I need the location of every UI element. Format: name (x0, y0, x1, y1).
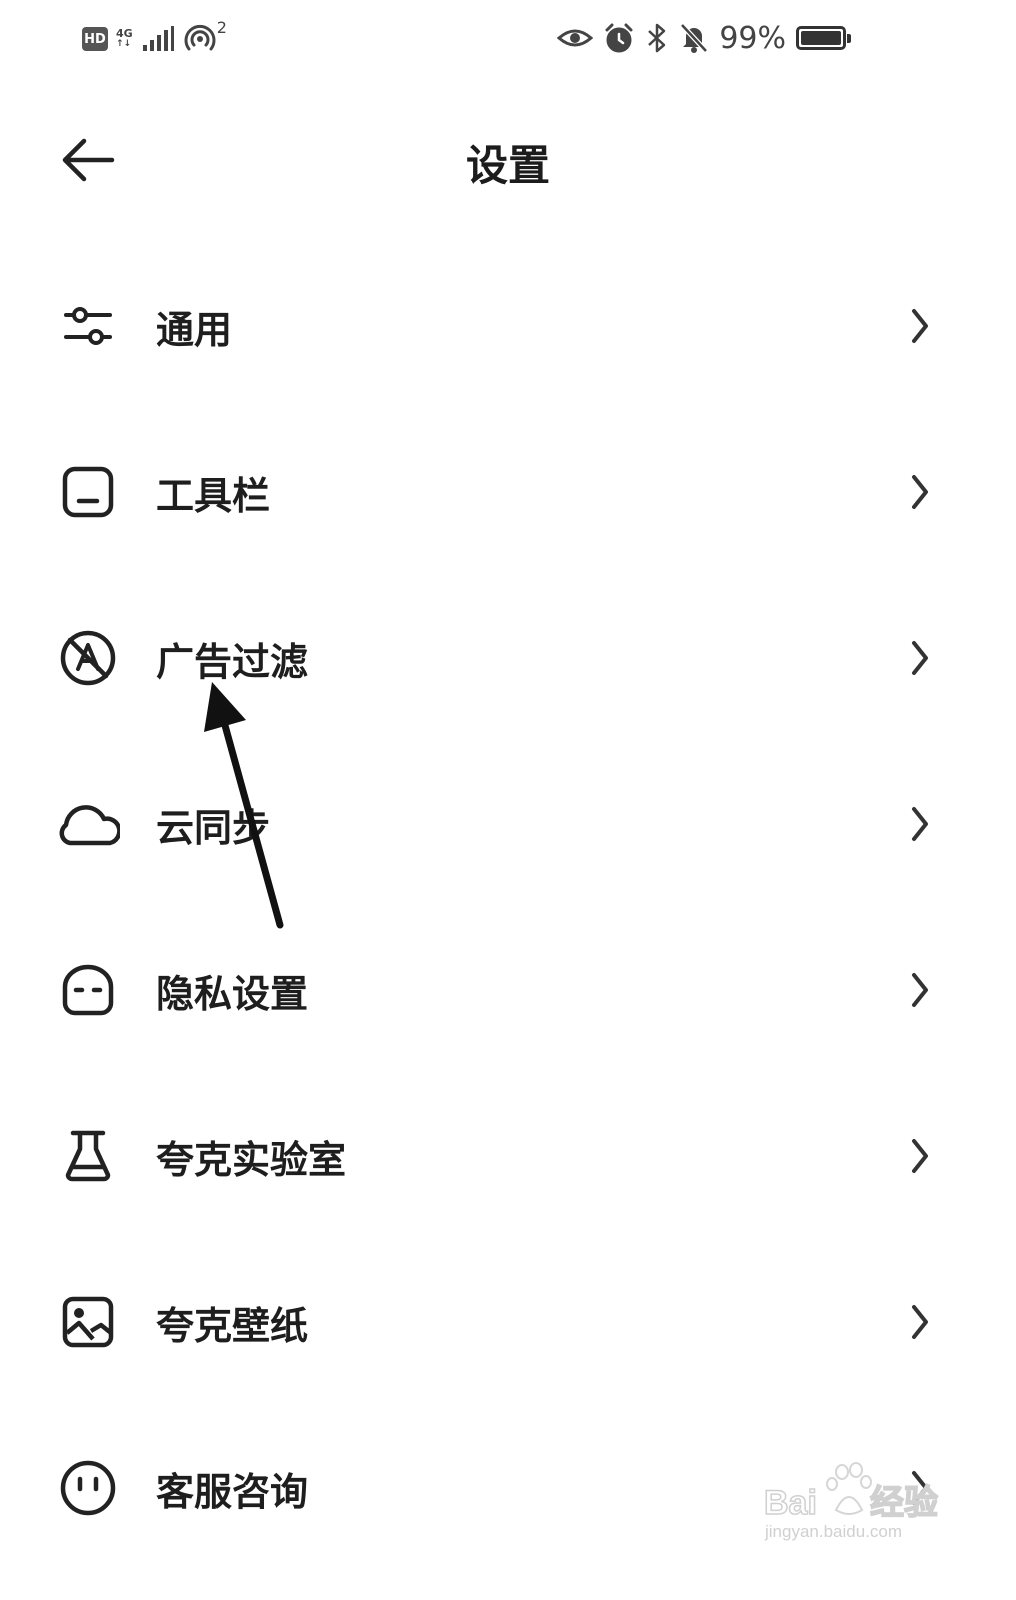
chevron-right-icon (906, 638, 934, 678)
ad-block-icon (56, 626, 120, 690)
settings-item-label: 工具栏 (156, 473, 271, 518)
image-icon (56, 1290, 120, 1354)
network-type-label: 4G (116, 27, 133, 40)
cloud-icon (56, 792, 120, 856)
watermark-url: jingyan.baidu.com (765, 1522, 903, 1541)
page-title: 设置 (465, 141, 550, 190)
chevron-right-icon (906, 1302, 934, 1342)
sliders-icon (56, 294, 120, 358)
chevron-right-icon (906, 306, 934, 346)
chevron-right-icon (906, 970, 934, 1010)
settings-item-label: 夸克实验室 (156, 1137, 347, 1182)
settings-item-cloud-sync[interactable]: 云同步 (0, 741, 1016, 907)
settings-item-label: 客服咨询 (156, 1469, 309, 1514)
chevron-right-icon (906, 1136, 934, 1176)
status-left: HD 4G ↑↓ 2 (82, 18, 231, 56)
settings-item-wallpaper[interactable]: 夸克壁纸 (0, 1239, 1016, 1405)
alarm-icon (605, 23, 633, 53)
settings-item-general[interactable]: 通用 (0, 243, 1016, 409)
settings-item-label: 隐私设置 (156, 971, 309, 1016)
flask-icon (56, 1124, 120, 1188)
bluetooth-icon (648, 23, 666, 53)
chevron-right-icon (906, 472, 934, 512)
data-arrows-icon: ↑↓ (116, 39, 132, 49)
settings-list: 通用 工具栏 广告过滤 云同步 隐私设置 夸克实验室 夸克壁纸 客服咨询 (0, 243, 1016, 1571)
battery-fill (801, 31, 841, 45)
mute-bell-icon (680, 23, 709, 53)
chevron-right-icon (906, 1468, 934, 1508)
network-type: 4G ↑↓ (116, 28, 133, 50)
hotspot-indicator: 2 (183, 18, 231, 56)
toolbar-icon (56, 460, 120, 524)
battery-icon (796, 26, 851, 50)
settings-item-label: 夸克壁纸 (156, 1303, 309, 1348)
signal-icon (142, 26, 174, 51)
settings-item-lab[interactable]: 夸克实验室 (0, 1073, 1016, 1239)
status-bar: HD 4G ↑↓ 2 99% (0, 0, 1016, 80)
settings-item-label: 云同步 (156, 805, 271, 850)
privacy-face-icon (56, 958, 120, 1022)
hd-badge: HD (82, 27, 108, 51)
settings-item-privacy[interactable]: 隐私设置 (0, 907, 1016, 1073)
settings-item-customer-service[interactable]: 客服咨询 (0, 1405, 1016, 1571)
settings-item-toolbar[interactable]: 工具栏 (0, 409, 1016, 575)
status-right: 99% (557, 20, 851, 56)
chevron-right-icon (906, 804, 934, 844)
settings-item-label: 通用 (156, 307, 233, 352)
battery-percent: 99% (719, 20, 786, 56)
settings-item-label: 广告过滤 (156, 639, 309, 684)
settings-item-ad-filter[interactable]: 广告过滤 (0, 575, 1016, 741)
hotspot-count: 2 (216, 18, 227, 37)
hotspot-icon (184, 24, 216, 51)
smiley-icon (56, 1456, 120, 1520)
header: 设置 (0, 110, 1016, 210)
eye-comfort-icon (557, 29, 594, 47)
